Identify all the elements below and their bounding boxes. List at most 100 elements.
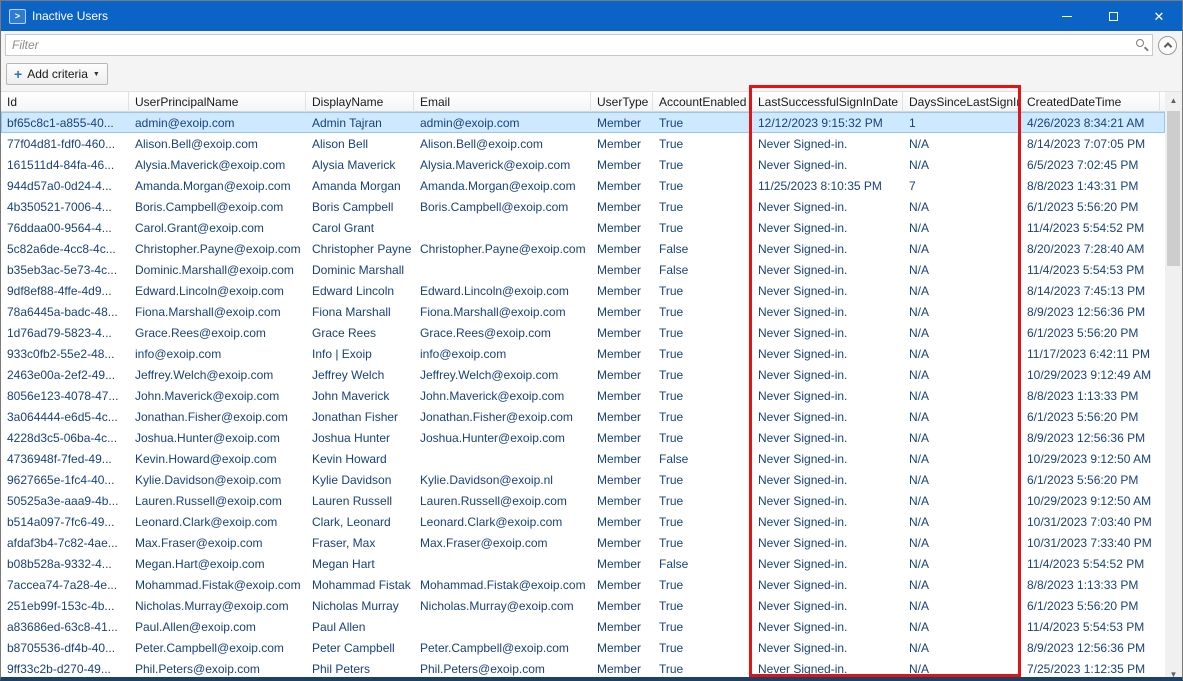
cell-email: info@exoip.com [414, 343, 591, 364]
cell-lastSuccessfulSignInDate: Never Signed-in. [752, 364, 903, 385]
cell-id: 7accea74-7a28-4e... [1, 574, 129, 595]
cell-userType: Member [591, 658, 653, 679]
cell-email: Boris.Campbell@exoip.com [414, 196, 591, 217]
cell-displayName: Jonathan Fisher [306, 406, 414, 427]
scroll-down-icon: ▼ [1170, 670, 1178, 679]
table-row[interactable]: 76ddaa00-9564-4...Carol.Grant@exoip.comC… [1, 217, 1165, 238]
cell-daysSinceLastSignIn: N/A [903, 490, 1021, 511]
cell-email: Amanda.Morgan@exoip.com [414, 175, 591, 196]
cell-userPrincipalName: Grace.Rees@exoip.com [129, 322, 306, 343]
cell-userPrincipalName: Nicholas.Murray@exoip.com [129, 595, 306, 616]
table-row[interactable]: 9ff33c2b-d270-49...Phil.Peters@exoip.com… [1, 658, 1165, 679]
table-row[interactable]: 251eb99f-153c-4b...Nicholas.Murray@exoip… [1, 595, 1165, 616]
cell-userPrincipalName: admin@exoip.com [129, 112, 306, 133]
table-row[interactable]: b8705536-df4b-40...Peter.Campbell@exoip.… [1, 637, 1165, 658]
table-row[interactable]: 5c82a6de-4cc8-4c...Christopher.Payne@exo… [1, 238, 1165, 259]
table-row[interactable]: 9627665e-1fc4-40...Kylie.Davidson@exoip.… [1, 469, 1165, 490]
cell-daysSinceLastSignIn: N/A [903, 511, 1021, 532]
cell-lastSuccessfulSignInDate: Never Signed-in. [752, 490, 903, 511]
cell-lastSuccessfulSignInDate: 12/12/2023 9:15:32 PM [752, 112, 903, 133]
filter-input[interactable] [5, 34, 1153, 56]
cell-id: 3a064444-e6d5-4c... [1, 406, 129, 427]
cell-userType: Member [591, 238, 653, 259]
table-row[interactable]: 944d57a0-0d24-4...Amanda.Morgan@exoip.co… [1, 175, 1165, 196]
cell-createdDateTime: 7/25/2023 1:12:35 PM [1021, 658, 1160, 679]
table-row[interactable]: 3a064444-e6d5-4c...Jonathan.Fisher@exoip… [1, 406, 1165, 427]
column-header-email[interactable]: Email [414, 92, 591, 112]
table-row[interactable]: 9df8ef88-4ffe-4d9...Edward.Lincoln@exoip… [1, 280, 1165, 301]
table-row[interactable]: 933c0fb2-55e2-48...info@exoip.comInfo | … [1, 343, 1165, 364]
close-button[interactable]: ✕ [1136, 1, 1182, 31]
table-row[interactable]: 7accea74-7a28-4e...Mohammad.Fistak@exoip… [1, 574, 1165, 595]
cell-displayName: Jeffrey Welch [306, 364, 414, 385]
table-row[interactable]: 78a6445a-badc-48...Fiona.Marshall@exoip.… [1, 301, 1165, 322]
title-bar: > Inactive Users ✕ [1, 1, 1182, 31]
cell-lastSuccessfulSignInDate: Never Signed-in. [752, 406, 903, 427]
cell-accountEnabled: False [653, 553, 752, 574]
table-row[interactable]: 1d76ad79-5823-4...Grace.Rees@exoip.comGr… [1, 322, 1165, 343]
table-row[interactable]: 4736948f-7fed-49...Kevin.Howard@exoip.co… [1, 448, 1165, 469]
table-row[interactable]: afdaf3b4-7c82-4ae...Max.Fraser@exoip.com… [1, 532, 1165, 553]
cell-userPrincipalName: Lauren.Russell@exoip.com [129, 490, 306, 511]
cell-displayName: Megan Hart [306, 553, 414, 574]
table-row[interactable]: 77f04d81-fdf0-460...Alison.Bell@exoip.co… [1, 133, 1165, 154]
scroll-down-button[interactable]: ▼ [1165, 666, 1182, 681]
scrollbar-thumb[interactable] [1167, 111, 1180, 266]
table-row[interactable]: 8056e123-4078-47...John.Maverick@exoip.c… [1, 385, 1165, 406]
table-row[interactable]: 161511d4-84fa-46...Alysia.Maverick@exoip… [1, 154, 1165, 175]
cell-userType: Member [591, 385, 653, 406]
column-header-createdDateTime[interactable]: CreatedDateTime [1021, 92, 1160, 112]
cell-id: afdaf3b4-7c82-4ae... [1, 532, 129, 553]
table-row[interactable]: b35eb3ac-5e73-4c...Dominic.Marshall@exoi… [1, 259, 1165, 280]
scroll-up-button[interactable]: ▲ [1165, 92, 1182, 109]
cell-id: 5c82a6de-4cc8-4c... [1, 238, 129, 259]
cell-displayName: Joshua Hunter [306, 427, 414, 448]
column-header-userPrincipalName[interactable]: UserPrincipalName [129, 92, 306, 112]
maximize-button[interactable] [1090, 1, 1136, 31]
cell-displayName: Kylie Davidson [306, 469, 414, 490]
cell-lastSuccessfulSignInDate: Never Signed-in. [752, 133, 903, 154]
cell-email: Lauren.Russell@exoip.com [414, 490, 591, 511]
grid-body: bf65c8c1-a855-40...admin@exoip.comAdmin … [1, 112, 1165, 681]
table-row[interactable]: a83686ed-63c8-41...Paul.Allen@exoip.comP… [1, 616, 1165, 637]
cell-daysSinceLastSignIn: N/A [903, 301, 1021, 322]
add-criteria-button[interactable]: + Add criteria ▼ [6, 63, 108, 85]
table-row[interactable]: bf65c8c1-a855-40...admin@exoip.comAdmin … [1, 112, 1165, 133]
column-header-userType[interactable]: UserType [591, 92, 653, 112]
column-header-daysSinceLastSignIn[interactable]: DaysSinceLastSignIn [903, 92, 1021, 112]
collapse-filter-button[interactable] [1158, 36, 1177, 55]
cell-id: a83686ed-63c8-41... [1, 616, 129, 637]
cell-id: b35eb3ac-5e73-4c... [1, 259, 129, 280]
cell-displayName: Alison Bell [306, 133, 414, 154]
cell-userType: Member [591, 574, 653, 595]
table-row[interactable]: b514a097-7fc6-49...Leonard.Clark@exoip.c… [1, 511, 1165, 532]
cell-accountEnabled: True [653, 469, 752, 490]
cell-id: b08b528a-9332-4... [1, 553, 129, 574]
cell-accountEnabled: True [653, 427, 752, 448]
powershell-app-icon: > [9, 9, 26, 24]
cell-userPrincipalName: Jeffrey.Welch@exoip.com [129, 364, 306, 385]
cell-id: 4b350521-7006-4... [1, 196, 129, 217]
column-header-id[interactable]: Id [1, 92, 129, 112]
cell-id: b514a097-7fc6-49... [1, 511, 129, 532]
table-row[interactable]: b08b528a-9332-4...Megan.Hart@exoip.comMe… [1, 553, 1165, 574]
cell-id: 4736948f-7fed-49... [1, 448, 129, 469]
cell-daysSinceLastSignIn: N/A [903, 322, 1021, 343]
cell-accountEnabled: True [653, 406, 752, 427]
table-row[interactable]: 4b350521-7006-4... Boris.Campbell@exoip.c… [1, 196, 1165, 217]
cell-lastSuccessfulSignInDate: Never Signed-in. [752, 553, 903, 574]
table-row[interactable]: 4228d3c5-06ba-4c...Joshua.Hunter@exoip.c… [1, 427, 1165, 448]
table-row[interactable]: 50525a3e-aaa9-4b...Lauren.Russell@exoip.… [1, 490, 1165, 511]
column-header-lastSuccessfulSignInDate[interactable]: LastSuccessfulSignInDate [752, 92, 903, 112]
cell-displayName: Clark, Leonard [306, 511, 414, 532]
column-header-displayName[interactable]: DisplayName [306, 92, 414, 112]
cell-createdDateTime: 8/20/2023 7:28:40 AM [1021, 238, 1160, 259]
cell-createdDateTime: 10/29/2023 9:12:50 AM [1021, 490, 1160, 511]
table-row[interactable]: 2463e00a-2ef2-49...Jeffrey.Welch@exoip.c… [1, 364, 1165, 385]
minimize-button[interactable] [1044, 1, 1090, 31]
column-header-accountEnabled[interactable]: AccountEnabled [653, 92, 752, 112]
cell-email: Joshua.Hunter@exoip.com [414, 427, 591, 448]
cell-lastSuccessfulSignInDate: Never Signed-in. [752, 322, 903, 343]
vertical-scrollbar[interactable]: ▲ ▼ [1165, 92, 1182, 681]
cell-displayName: Nicholas Murray [306, 595, 414, 616]
